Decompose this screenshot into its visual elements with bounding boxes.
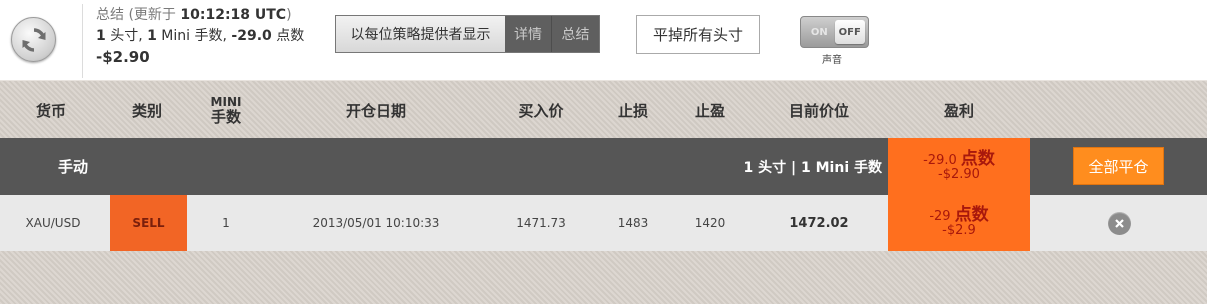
group-pnl: -29.0 点数 -$2.90 — [888, 138, 1030, 195]
table-footer — [0, 251, 1207, 304]
summary-status-prefix: 总结 (更新于 — [96, 7, 181, 23]
col-buy-price: 买入价 — [518, 101, 564, 120]
close-all-group-button[interactable]: 全部平仓 — [1073, 147, 1164, 185]
cell-stop-loss: 1483 — [617, 216, 649, 230]
summary-mini-count: 1 — [147, 28, 157, 44]
col-stop-loss: 止损 — [617, 101, 648, 120]
view-by-provider-button[interactable]: 以每位策略提供者显示 — [336, 16, 505, 52]
cell-current-price: 1472.02 — [789, 215, 849, 231]
cell-type-sell: SELL — [110, 195, 187, 251]
summary-positions-count: 1 — [96, 28, 106, 44]
divider — [82, 4, 83, 78]
summary-points-label: 点数 — [271, 28, 305, 44]
group-pnl-points: -29.0 — [923, 152, 957, 168]
summary-mini-label: Mini 手数, — [156, 28, 232, 44]
summary-positions-label: 头寸, — [105, 28, 148, 44]
col-current-price: 目前价位 — [788, 101, 849, 120]
close-position-button[interactable] — [1108, 212, 1131, 235]
view-toggle: 以每位策略提供者显示 详情 总结 — [335, 15, 600, 53]
account-summary: 总结 (更新于 10:12:18 UTC) 1 头寸, 1 Mini 手数, -… — [96, 5, 326, 69]
refresh-button[interactable] — [11, 17, 56, 62]
group-count: 1 头寸 | 1 Mini 手数 — [743, 159, 882, 176]
col-open-date: 开仓日期 — [345, 101, 406, 120]
close-all-positions-button[interactable]: 平掉所有头寸 — [636, 15, 760, 54]
table-header: 货币 类别 MINI 手数 开仓日期 买入价 止损 止盈 目前价位 盈利 — [0, 80, 1207, 138]
cell-pnl: -29 点数 -$2.9 — [888, 195, 1030, 251]
cell-pnl-points-label: 点数 — [954, 205, 989, 225]
group-name: 手动 — [58, 158, 89, 176]
col-take-profit: 止盈 — [694, 101, 725, 120]
group-row: 手动 1 头寸 | 1 Mini 手数 -29.0 点数 -$2.90 全部平仓 — [0, 138, 1207, 195]
group-pnl-points-label: 点数 — [960, 148, 995, 169]
summary-usd: -$2.90 — [96, 48, 150, 66]
sound-label: 声音 — [822, 55, 842, 66]
close-circle-icon — [1115, 219, 1124, 228]
summary-bar: 总结 (更新于 10:12:18 UTC) 1 头寸, 1 Mini 手数, -… — [0, 0, 1207, 80]
cell-take-profit: 1420 — [694, 216, 726, 230]
cell-pnl-usd: -$2.9 — [942, 223, 976, 238]
group-pnl-usd: -$2.90 — [938, 166, 980, 182]
summary-points: -29.0 — [231, 28, 272, 44]
refresh-icon — [22, 28, 46, 52]
col-pnl: 盈利 — [943, 101, 974, 120]
cell-pnl-points: -29 — [929, 209, 951, 224]
cell-mini: 1 — [222, 216, 230, 230]
view-summary-button[interactable]: 总结 — [552, 16, 599, 52]
col-type: 类别 — [131, 101, 162, 120]
sound-off-knob: OFF — [834, 20, 865, 44]
view-detail-button[interactable]: 详情 — [505, 16, 552, 52]
col-mini-bottom: 手数 — [210, 108, 241, 126]
sound-on-label: ON — [810, 26, 828, 38]
cell-buy-price: 1471.73 — [516, 216, 566, 230]
cell-currency: XAU/USD — [25, 216, 81, 230]
col-currency: 货币 — [35, 101, 66, 120]
col-mini-lots: MINI 手数 — [188, 81, 264, 139]
cell-open-date: 2013/05/01 10:10:33 — [312, 216, 440, 230]
table-row: XAU/USD SELL 1 2013/05/01 10:10:33 1471.… — [0, 195, 1207, 251]
sound-toggle[interactable]: ON OFF — [800, 16, 869, 48]
summary-status-suffix: ) — [286, 7, 292, 23]
summary-update-time: 10:12:18 UTC — [180, 7, 287, 23]
